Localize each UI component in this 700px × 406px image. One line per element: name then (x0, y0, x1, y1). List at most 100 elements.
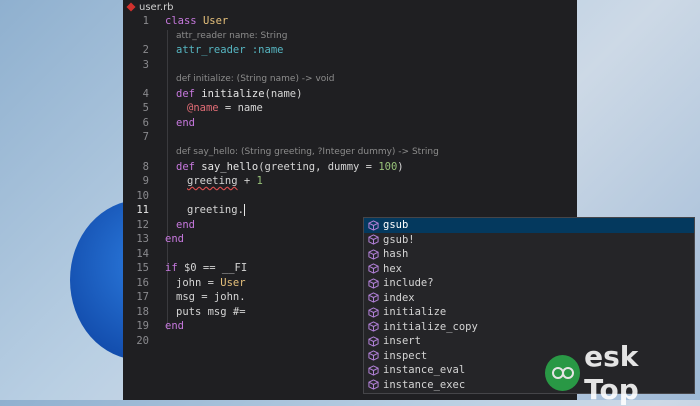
method-cube-icon (368, 263, 379, 274)
code-token: = name (218, 102, 263, 114)
code-editor[interactable]: user.rb 1 class User attr_reader name: Str… (123, 0, 695, 400)
code-text[interactable]: greeting + 1 (187, 174, 263, 188)
code-token: 100 (378, 161, 398, 173)
code-line[interactable]: 1 class User (123, 14, 577, 28)
code-token: 1 (256, 175, 263, 187)
line-number: 2 (142, 44, 149, 56)
suggestion-label: include? (383, 277, 434, 290)
suggestion-label: index (383, 291, 415, 304)
code-line[interactable]: 4 def initialize(name) (123, 87, 577, 101)
suggestion-label: hex (383, 262, 402, 275)
code-token: User (220, 277, 246, 289)
code-token: @name (187, 102, 219, 114)
code-text[interactable]: if $0 == __FI (165, 261, 247, 275)
code-line[interactable]: 7 (123, 130, 577, 144)
line-number: 17 (136, 291, 149, 303)
code-token: end (176, 219, 195, 231)
code-text[interactable]: end (176, 116, 195, 130)
line-number: 4 (142, 88, 149, 100)
code-line[interactable]: 5 @name = name (123, 101, 577, 115)
code-text[interactable]: puts msg #= (176, 305, 246, 319)
code-line[interactable]: 10 (123, 189, 577, 203)
code-token: $0 == __FI (183, 262, 248, 274)
suggestion-item[interactable]: hash (364, 247, 694, 262)
suggestion-item[interactable]: initialize (364, 305, 694, 320)
code-token: User (202, 15, 229, 27)
line-number: 19 (136, 320, 149, 332)
line-number: 5 (142, 102, 149, 114)
code-line[interactable]: 8 def say_hello(greeting, dummy = 100) (123, 160, 577, 174)
code-token: :name (251, 44, 284, 56)
code-text[interactable]: end (165, 232, 184, 246)
code-token: + (237, 175, 257, 187)
suggestion-label: initialize_copy (383, 320, 478, 333)
code-token: john = (176, 277, 221, 289)
suggestion-label: gsub! (383, 233, 415, 246)
suggestion-item[interactable]: index (364, 291, 694, 306)
code-line[interactable]: 6 end (123, 116, 577, 130)
text-cursor (243, 204, 245, 216)
type-hint: def say_hello: (String greeting, ?Intege… (176, 147, 439, 157)
code-token: attr_reader (176, 44, 252, 56)
code-token: (name) (264, 88, 303, 100)
method-cube-icon (368, 336, 379, 347)
code-line[interactable]: 9 greeting + 1 (123, 174, 577, 188)
code-line[interactable]: 11 greeting. (123, 203, 577, 217)
type-hint: attr_reader name: String (176, 31, 288, 41)
file-tab-label: user.rb (139, 1, 174, 13)
code-text[interactable]: end (165, 319, 184, 333)
code-token: say_hello (201, 161, 259, 173)
suggestion-item[interactable]: initialize_copy (364, 320, 694, 335)
file-tab[interactable]: user.rb (123, 0, 174, 14)
code-text[interactable]: @name = name (187, 101, 263, 115)
code-token: msg = john. (176, 291, 246, 303)
line-number: 14 (136, 248, 149, 260)
inlay-hint-row[interactable]: def say_hello: (String greeting, ?Intege… (123, 145, 577, 159)
code-text[interactable]: end (176, 218, 195, 232)
line-number: 3 (142, 59, 149, 71)
line-number: 13 (136, 233, 149, 245)
code-token: greeting (187, 175, 238, 187)
code-text[interactable]: john = User (176, 276, 246, 290)
code-token: if (165, 262, 184, 274)
suggestion-label: inspect (383, 349, 428, 362)
code-text[interactable]: attr_reader :name (176, 43, 283, 57)
suggestion-label: instance_exec (383, 378, 466, 391)
code-text[interactable]: class User (165, 14, 228, 28)
line-number: 11 (136, 204, 149, 216)
line-number: 16 (136, 277, 149, 289)
inlay-hint-row[interactable]: def initialize: (String name) -> void (123, 72, 577, 86)
code-token: end (165, 233, 184, 245)
suggestion-item[interactable]: gsub (364, 218, 694, 233)
inlay-hint-row[interactable]: attr_reader name: String (123, 29, 577, 43)
line-number: 15 (136, 262, 149, 274)
code-token: initialize (201, 88, 265, 100)
code-token: end (176, 117, 195, 129)
line-number: 10 (136, 190, 149, 202)
line-number: 9 (142, 175, 149, 187)
code-text[interactable]: def initialize(name) (176, 87, 302, 101)
line-number: 20 (136, 335, 149, 347)
code-token: def (176, 161, 202, 173)
method-cube-icon (368, 379, 379, 390)
suggestion-item[interactable]: gsub! (364, 233, 694, 248)
desktop-logo-icon (545, 355, 581, 391)
suggestion-item[interactable]: include? (364, 276, 694, 291)
method-cube-icon (368, 307, 379, 318)
code-text[interactable]: def say_hello(greeting, dummy = 100) (176, 160, 404, 174)
method-cube-icon (368, 350, 379, 361)
method-cube-icon (368, 220, 379, 231)
code-line[interactable]: 3 (123, 58, 577, 72)
method-cube-icon (368, 292, 379, 303)
code-line[interactable]: 2 attr_reader :name (123, 43, 577, 57)
suggestion-item[interactable]: hex (364, 262, 694, 277)
suggestion-label: instance_eval (383, 364, 466, 377)
code-token: greeting. (187, 204, 244, 216)
type-hint: def initialize: (String name) -> void (176, 74, 335, 84)
line-number: 7 (142, 131, 149, 143)
code-token: end (165, 320, 184, 332)
code-text[interactable]: msg = john. (176, 290, 246, 304)
code-token: puts msg #= (176, 306, 246, 318)
code-text[interactable]: greeting. (187, 203, 245, 217)
suggestion-label: insert (383, 335, 421, 348)
